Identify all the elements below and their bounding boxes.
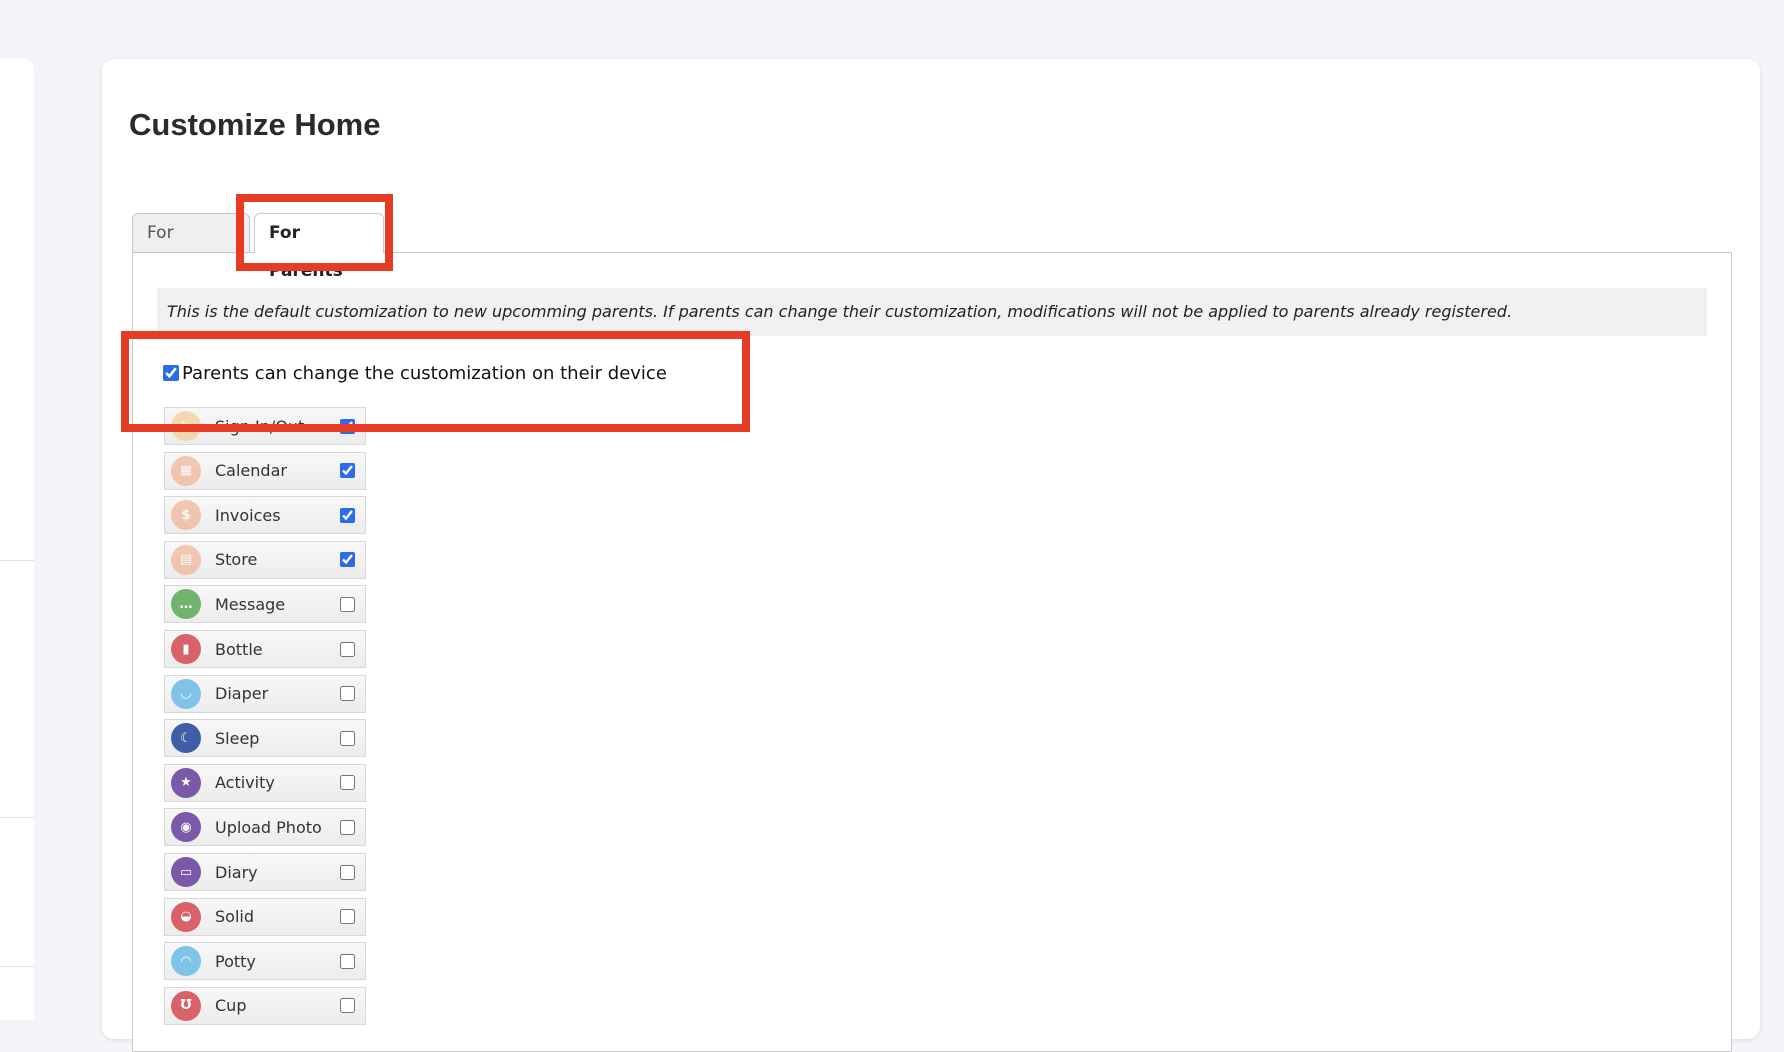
invoice-icon: $	[171, 500, 201, 531]
feature-checkbox[interactable]	[340, 819, 355, 835]
feature-row[interactable]: ▦ Calendar	[164, 451, 366, 490]
feature-label: Calendar	[215, 461, 287, 481]
activity-icon: ★	[171, 767, 201, 798]
sidebar-divider	[0, 817, 34, 818]
feature-row[interactable]: ◉ Upload Photo	[164, 808, 366, 847]
calendar-icon: ▦	[171, 455, 201, 486]
feature-checkbox[interactable]	[340, 953, 355, 969]
feature-label: Sleep	[215, 728, 260, 748]
feature-checkbox[interactable]	[340, 641, 355, 657]
feature-row[interactable]: … Message	[164, 585, 366, 624]
solid-food-icon: ◒	[171, 901, 201, 932]
feature-checkbox[interactable]	[340, 507, 355, 523]
tab-for-rooms[interactable]: For Rooms	[132, 213, 250, 281]
feature-checkbox[interactable]	[340, 463, 355, 479]
feature-checkbox[interactable]	[340, 998, 355, 1014]
store-icon: ▤	[171, 544, 201, 575]
diary-icon: ▭	[171, 857, 201, 887]
feature-label: Diary	[215, 862, 258, 882]
page-title: Customize Home	[129, 107, 381, 142]
feature-checkbox[interactable]	[340, 418, 355, 434]
left-sidebar	[0, 59, 34, 1020]
potty-icon: ◠	[171, 946, 201, 977]
feature-row[interactable]: ◡ Diaper	[164, 674, 366, 713]
feature-label: Invoices	[215, 505, 281, 525]
feature-label: Bottle	[215, 639, 263, 659]
feature-row[interactable]: ⇆ Sign In/Out	[164, 407, 366, 445]
feature-checkbox[interactable]	[340, 909, 355, 925]
feature-label: Potty	[215, 951, 256, 971]
feature-label: Upload Photo	[215, 817, 322, 837]
allow-change-checkbox[interactable]	[163, 365, 179, 381]
allow-change-label: Parents can change the customization on …	[182, 362, 667, 384]
feature-label: Cup	[215, 996, 247, 1016]
feature-checkbox[interactable]	[340, 552, 355, 568]
feature-row[interactable]: ★ Activity	[164, 763, 366, 802]
feature-label: Diaper	[215, 684, 269, 704]
feature-checkbox[interactable]	[340, 864, 355, 880]
feature-row[interactable]: ▮ Bottle	[164, 630, 366, 668]
sleep-icon: ☾	[171, 723, 201, 754]
feature-checkbox[interactable]	[340, 775, 355, 791]
feature-row[interactable]: ☾ Sleep	[164, 719, 366, 758]
feature-row[interactable]: $ Invoices	[164, 496, 366, 535]
tab-panel-for-parents: This is the default customization to new…	[132, 252, 1732, 1052]
tab-for-parents[interactable]: For Parents	[254, 213, 384, 281]
feature-checkbox[interactable]	[340, 686, 355, 702]
feature-checkbox[interactable]	[340, 730, 355, 746]
sidebar-divider	[0, 560, 34, 561]
customize-home-card: Customize Home For Rooms For Parents Thi…	[102, 59, 1760, 1052]
feature-label: Activity	[215, 773, 275, 793]
feature-label: Message	[215, 594, 286, 614]
bottle-icon: ▮	[171, 634, 201, 664]
feature-row[interactable]: ▤ Store	[164, 540, 366, 579]
sign-in-icon: ⇆	[171, 411, 201, 441]
message-icon: …	[171, 589, 201, 620]
feature-row[interactable]: ◒ Solid	[164, 897, 366, 936]
camera-icon: ◉	[171, 812, 201, 843]
sidebar-divider	[0, 966, 34, 967]
cup-icon: Ʊ	[171, 990, 201, 1021]
feature-label: Store	[215, 550, 258, 570]
diaper-icon: ◡	[171, 678, 201, 709]
allow-change-row[interactable]: Parents can change the customization on …	[163, 361, 667, 385]
feature-row[interactable]: Ʊ Cup	[164, 986, 366, 1025]
feature-checkbox[interactable]	[340, 596, 355, 612]
notice-text: This is the default customization to new…	[157, 288, 1707, 336]
feature-row[interactable]: ▭ Diary	[164, 853, 366, 891]
feature-label: Solid	[215, 907, 254, 927]
feature-row[interactable]: ◠ Potty	[164, 942, 366, 981]
feature-label: Sign In/Out	[215, 416, 305, 436]
